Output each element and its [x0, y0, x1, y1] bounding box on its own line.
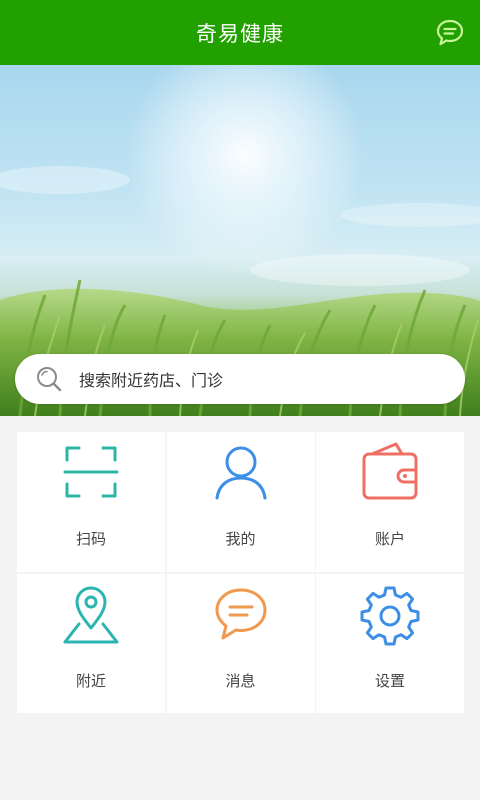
menu-item-account[interactable]: 账户: [316, 432, 464, 572]
menu-label-messages: 消息: [225, 672, 256, 690]
wallet-icon: [362, 442, 418, 500]
menu-label-nearby: 附近: [75, 672, 106, 690]
scan-icon: [63, 446, 119, 498]
menu-grid: 扫码 我的 账户 附近 消息 设置: [17, 432, 464, 713]
settings-icon: [360, 586, 420, 646]
menu-item-mine[interactable]: 我的: [166, 432, 315, 572]
message-icon: [215, 588, 266, 640]
search-icon: [37, 367, 62, 392]
user-icon: [215, 446, 266, 500]
chat-bubble-icon[interactable]: [435, 18, 465, 48]
location-icon: [63, 586, 119, 644]
search-bar[interactable]: 搜索附近药店、门诊: [15, 354, 465, 404]
menu-item-messages[interactable]: 消息: [166, 574, 315, 713]
app-header: 奇易健康: [0, 0, 480, 65]
menu-label-scan: 扫码: [75, 530, 106, 548]
menu-item-settings[interactable]: 设置: [316, 574, 464, 713]
menu-label-mine: 我的: [225, 530, 256, 548]
menu-label-account: 账户: [374, 530, 405, 548]
menu-label-settings: 设置: [374, 672, 405, 690]
page-title: 奇易健康: [196, 21, 284, 46]
menu-item-nearby[interactable]: 附近: [17, 574, 165, 713]
menu-item-scan[interactable]: 扫码: [17, 432, 165, 572]
search-input[interactable]: 搜索附近药店、门诊: [79, 367, 223, 391]
